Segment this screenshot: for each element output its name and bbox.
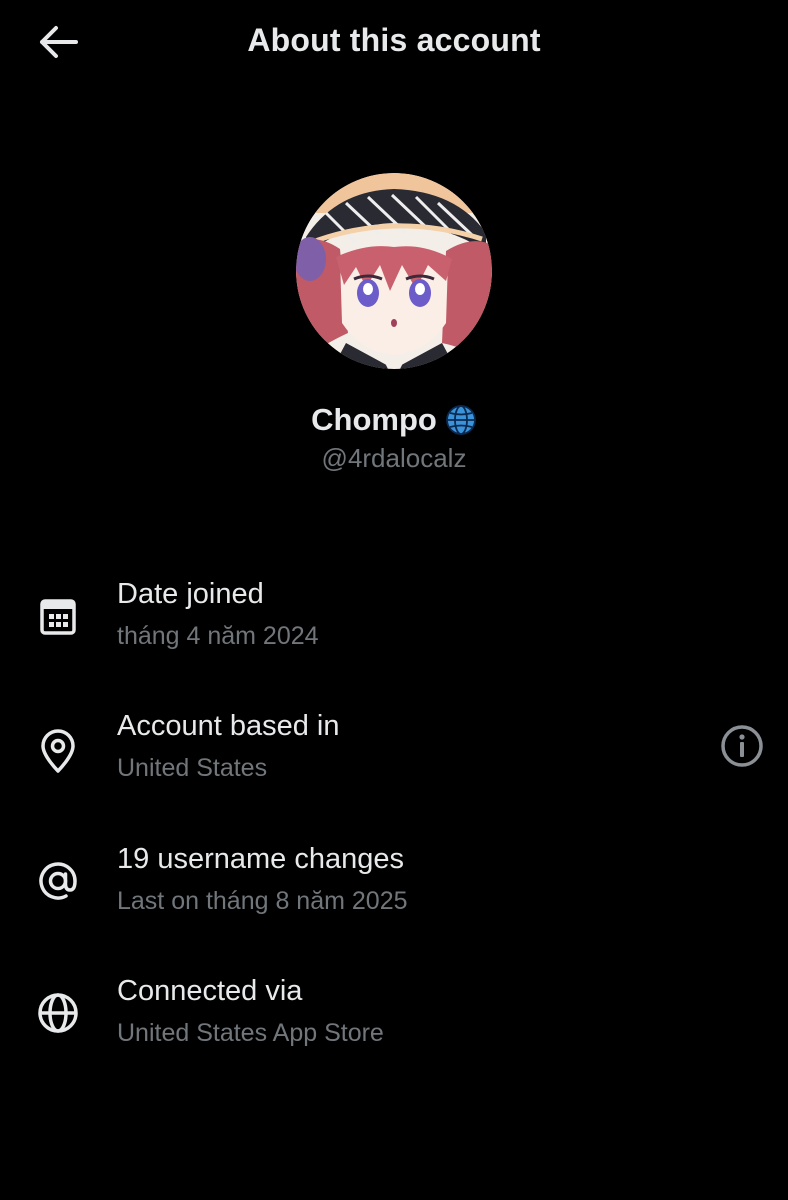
info-label: 19 username changes: [117, 843, 404, 875]
info-label: Connected via: [117, 975, 303, 1007]
globe-icon: [34, 989, 82, 1037]
info-label: Account based in: [117, 710, 340, 742]
globe-emoji-icon: [445, 405, 476, 435]
page-title: About this account: [247, 22, 541, 58]
location-pin-icon: [34, 728, 82, 776]
calendar-icon: [34, 592, 82, 640]
at-sign-icon: [34, 857, 82, 905]
info-circle-button[interactable]: [718, 722, 766, 770]
display-name: Chompo: [311, 402, 437, 437]
info-value: United States: [117, 754, 268, 782]
info-value: Last on tháng 8 năm 2025: [117, 887, 408, 915]
info-item-account-based-in: Account based in United States: [0, 710, 788, 810]
top-bar: About this account: [0, 0, 788, 84]
info-item-date-joined: Date joined tháng 4 năm 2024: [0, 578, 788, 678]
anime-avatar-image: [296, 173, 492, 369]
info-circle-icon: [721, 725, 763, 767]
info-item-username-changes: 19 username changes Last on tháng 8 năm …: [0, 843, 788, 943]
display-name-row: Chompo: [0, 402, 788, 438]
info-label: Date joined: [117, 578, 264, 610]
info-item-connected-via: Connected via United States App Store: [0, 975, 788, 1075]
info-value: United States App Store: [117, 1019, 384, 1047]
username-handle: @4rdalocalz: [321, 443, 467, 473]
avatar[interactable]: [296, 173, 492, 369]
info-value: tháng 4 năm 2024: [117, 622, 319, 650]
